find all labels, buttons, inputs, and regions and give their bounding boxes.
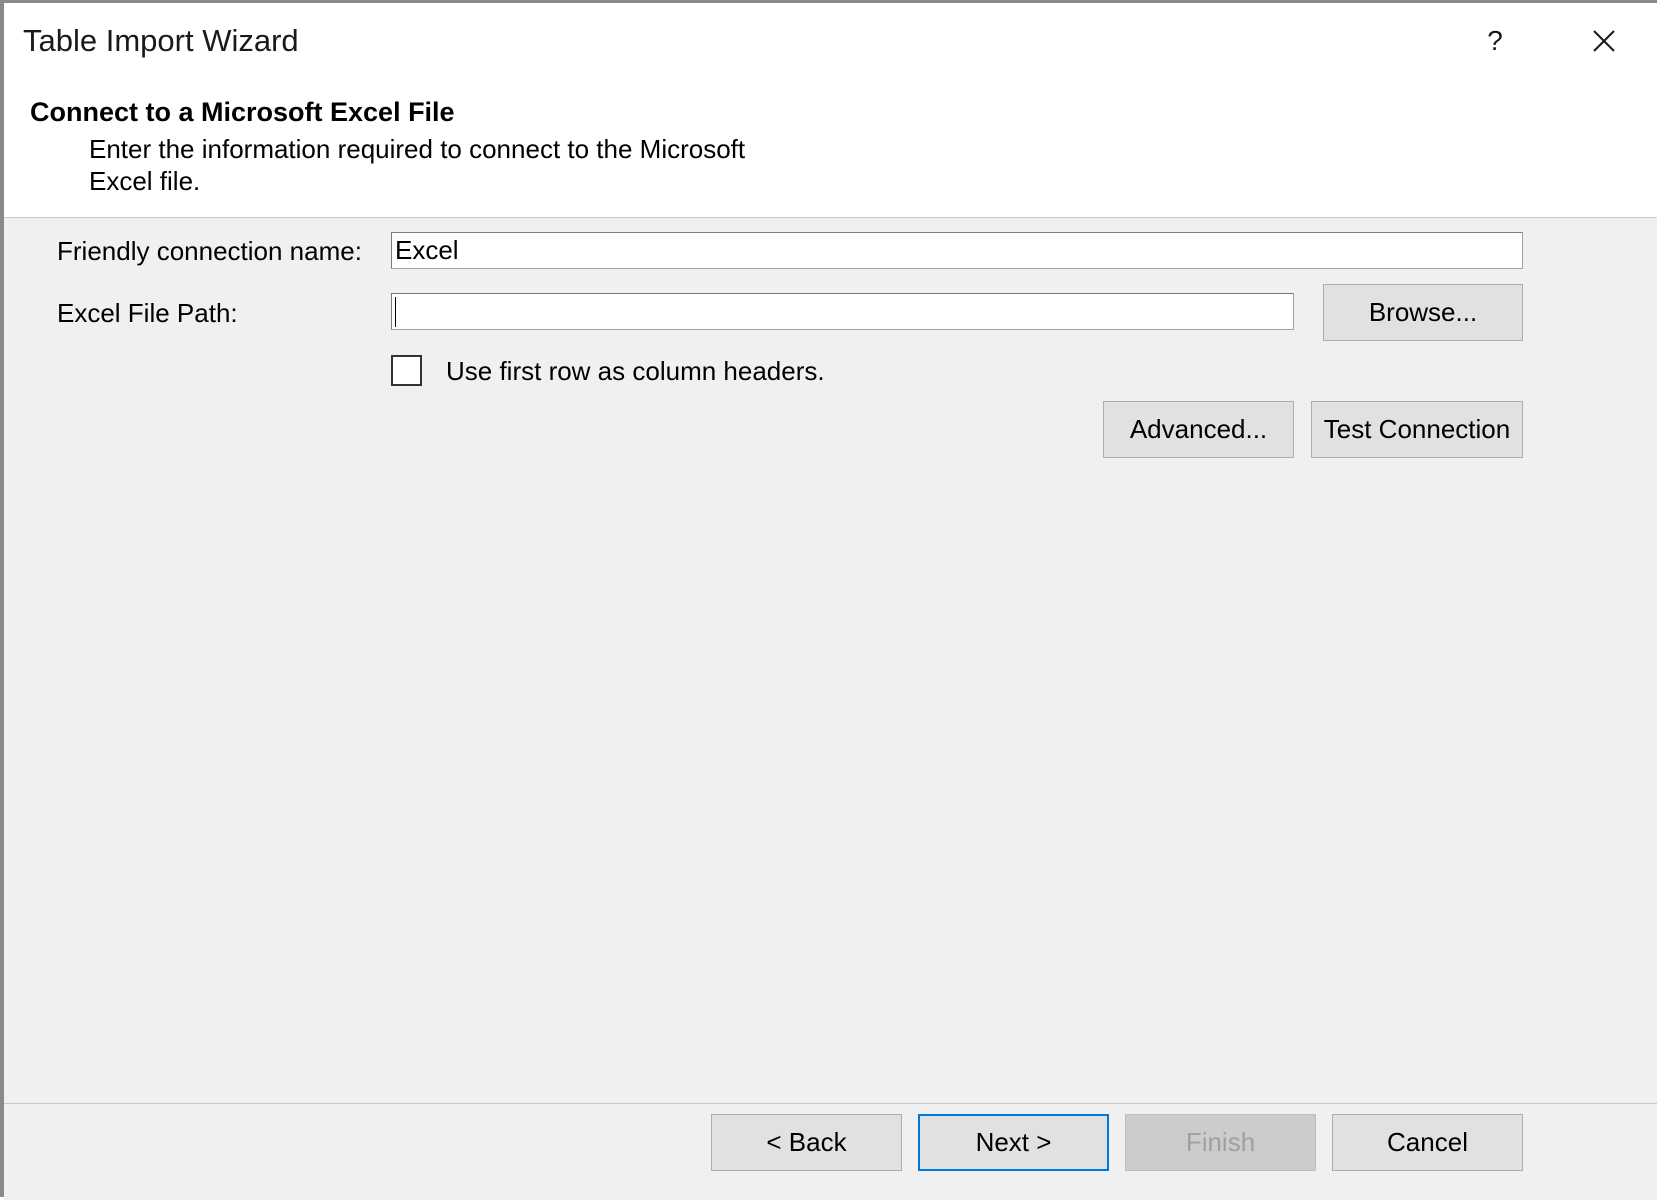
next-button[interactable]: Next > xyxy=(918,1114,1109,1171)
table-import-wizard-dialog: Table Import Wizard ? Connect to a Micro… xyxy=(0,0,1657,1200)
connection-form: Friendly connection name: Excel Excel Fi… xyxy=(4,218,1657,1103)
text-caret xyxy=(395,296,396,327)
help-icon: ? xyxy=(1487,25,1503,56)
title-bar: Table Import Wizard ? xyxy=(4,3,1657,83)
help-button[interactable]: ? xyxy=(1450,3,1540,79)
friendly-name-label: Friendly connection name: xyxy=(57,236,362,266)
cancel-button[interactable]: Cancel xyxy=(1332,1114,1523,1171)
friendly-name-input[interactable]: Excel xyxy=(391,232,1523,269)
close-icon xyxy=(1593,30,1615,52)
wizard-header: Connect to a Microsoft Excel File Enter … xyxy=(4,83,1657,218)
browse-button[interactable]: Browse... xyxy=(1323,284,1523,341)
page-title: Connect to a Microsoft Excel File xyxy=(30,97,455,127)
friendly-name-value: Excel xyxy=(395,235,459,265)
first-row-headers-checkbox[interactable] xyxy=(391,355,422,386)
advanced-button[interactable]: Advanced... xyxy=(1103,401,1294,458)
file-path-label: Excel File Path: xyxy=(57,298,238,328)
file-path-input[interactable] xyxy=(391,293,1294,330)
test-connection-button[interactable]: Test Connection xyxy=(1311,401,1523,458)
window-title: Table Import Wizard xyxy=(23,23,299,58)
first-row-headers-label[interactable]: Use first row as column headers. xyxy=(446,356,825,387)
page-description: Enter the information required to connec… xyxy=(89,134,746,196)
close-button[interactable] xyxy=(1559,3,1649,79)
back-button[interactable]: < Back xyxy=(711,1114,902,1171)
wizard-footer: < Back Next > Finish Cancel xyxy=(4,1103,1657,1200)
finish-button[interactable]: Finish xyxy=(1125,1114,1316,1171)
